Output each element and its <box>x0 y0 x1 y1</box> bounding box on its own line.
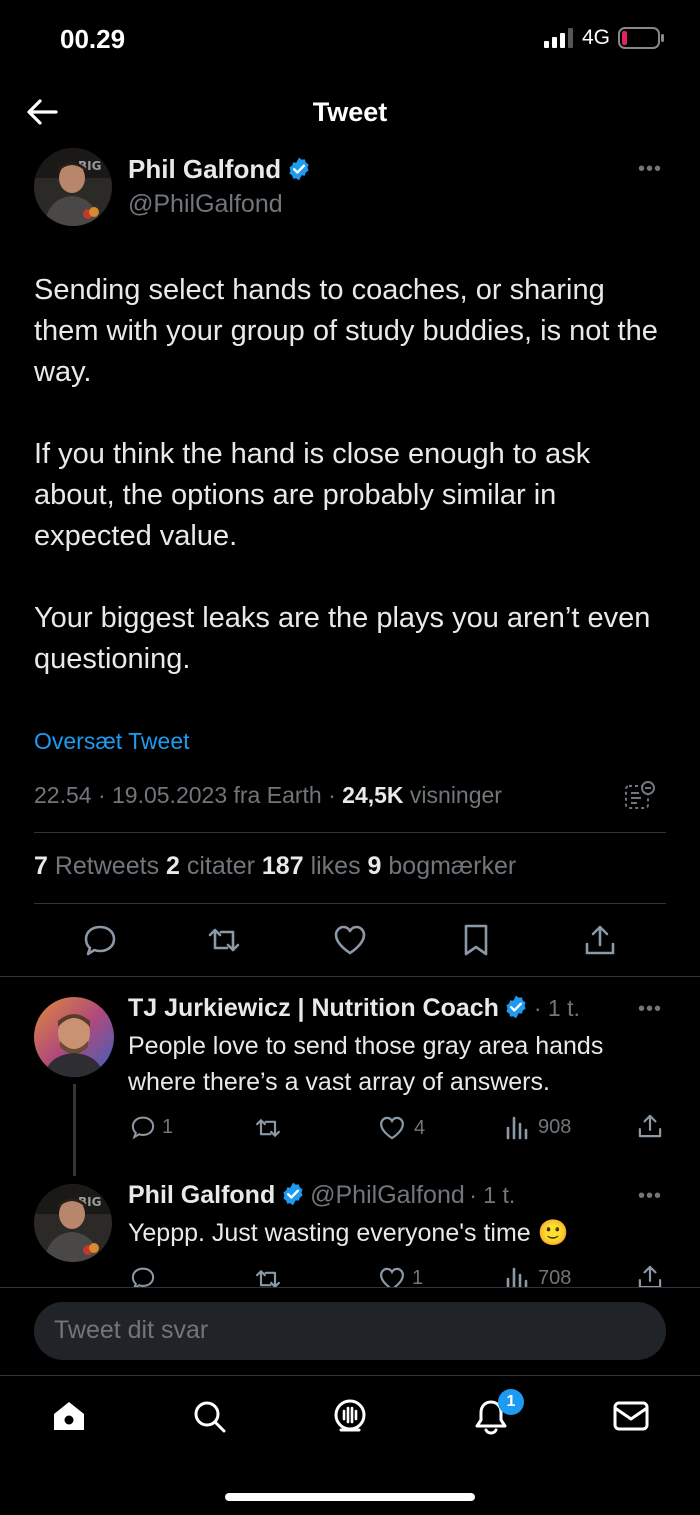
reply-compose-placeholder: Tweet dit svar <box>54 1316 209 1344</box>
verified-badge-icon <box>506 995 526 1019</box>
home-indicator[interactable] <box>225 1493 475 1501</box>
tweet-meta: 22.54 · 19.05.2023 fra Earth · 24,5K vis… <box>34 782 502 809</box>
status-indicators: 4G <box>543 26 664 50</box>
quotes-count[interactable]: 2 <box>166 852 180 880</box>
views-label: visninger <box>403 782 502 808</box>
like-icon[interactable] <box>378 1265 406 1287</box>
reply-icon[interactable] <box>130 1265 156 1287</box>
retweet-icon[interactable] <box>206 922 242 958</box>
reply-header: Phil Galfond @PhilGalfond · 1 t. <box>128 1181 515 1210</box>
author-name-row: Phil Galfond <box>128 154 312 185</box>
retweets-label[interactable]: Retweets <box>48 852 166 880</box>
signal-icon <box>543 28 573 48</box>
reply-time: · 1 t. <box>469 1182 516 1208</box>
bookmarks-label[interactable]: bogmærker <box>381 852 516 880</box>
like-button[interactable]: 4 <box>378 1114 425 1142</box>
home-icon[interactable] <box>50 1397 88 1440</box>
divider <box>0 976 700 977</box>
reply-text: Yeppp. Just wasting everyone's time 🙂 <box>128 1219 569 1247</box>
reply-author-handle[interactable]: @PhilGalfond <box>310 1181 465 1209</box>
analytics-icon[interactable] <box>624 780 656 817</box>
bookmarks-count[interactable]: 9 <box>368 852 382 880</box>
reply-avatar[interactable] <box>34 997 114 1077</box>
divider <box>34 903 666 904</box>
reply-button[interactable]: 1 <box>130 1114 173 1140</box>
views-count: 24,5K <box>342 782 404 808</box>
tweet-stats: 7 Retweets 2 citater 187 likes 9 bogmærk… <box>34 852 516 881</box>
views-chart-icon <box>506 1116 528 1140</box>
bookmark-icon[interactable] <box>458 922 494 958</box>
retweet-icon[interactable] <box>254 1114 282 1147</box>
share-icon[interactable] <box>636 1112 664 1145</box>
more-options-icon[interactable]: ••• <box>638 998 662 1021</box>
likes-count[interactable]: 187 <box>262 852 304 880</box>
page-title: Tweet <box>312 97 388 127</box>
more-options-icon[interactable]: ••• <box>638 158 662 181</box>
reply-text-line: People love to send those gray area hand… <box>128 1032 604 1060</box>
battery-icon <box>618 27 664 49</box>
translate-link[interactable]: Oversæt Tweet <box>34 728 190 755</box>
reply-author-name[interactable]: Phil Galfond <box>128 1181 275 1209</box>
like-count: 1 <box>412 1267 424 1287</box>
quotes-label[interactable]: citater <box>180 852 262 880</box>
search-icon[interactable] <box>190 1397 228 1440</box>
likes-label[interactable]: likes <box>304 852 368 880</box>
retweets-count[interactable]: 7 <box>34 852 48 880</box>
reply-icon[interactable] <box>82 922 118 958</box>
reply-time: · 1 t. <box>533 995 580 1021</box>
views-count: 708 <box>538 1267 572 1287</box>
reply-author-name[interactable]: TJ Jurkiewicz | Nutrition Coach <box>128 994 499 1022</box>
like-count: 4 <box>414 1116 426 1139</box>
tweet-paragraph: Your biggest leaks are the plays you are… <box>34 602 651 675</box>
network-type: 4G <box>581 26 610 49</box>
reply-header: TJ Jurkiewicz | Nutrition Coach · 1 t. <box>128 994 580 1023</box>
tweet-paragraph: Sending select hands to coaches, or shar… <box>34 274 658 388</box>
share-icon[interactable] <box>636 1265 664 1287</box>
verified-badge-icon <box>283 1182 303 1206</box>
like-icon <box>380 1116 404 1140</box>
status-time: 00.29 <box>60 24 126 54</box>
reply-icon <box>131 1116 155 1140</box>
divider <box>0 1287 700 1288</box>
thread-line <box>73 1084 76 1176</box>
views-chart-icon[interactable] <box>504 1265 530 1287</box>
more-options-icon[interactable]: ••• <box>638 1185 662 1208</box>
share-icon[interactable] <box>582 922 618 958</box>
spaces-icon[interactable] <box>331 1397 369 1440</box>
reply-count: 1 <box>162 1115 174 1138</box>
divider <box>34 832 666 833</box>
author-avatar[interactable]: BIG <box>34 148 112 226</box>
views-button[interactable]: 908 <box>504 1114 571 1140</box>
tweet-paragraph: If you think the hand is close enough to… <box>34 438 591 552</box>
tweet-body: Sending select hands to coaches, or shar… <box>34 270 674 721</box>
like-icon[interactable] <box>332 922 368 958</box>
messages-icon[interactable] <box>612 1397 650 1440</box>
reply-actions-clipped: 1 708 <box>130 1265 670 1287</box>
views-count: 908 <box>538 1115 572 1138</box>
reply-text-line: where there’s a vast array of answers. <box>128 1068 550 1096</box>
author-name[interactable]: Phil Galfond <box>128 154 281 184</box>
retweet-icon[interactable] <box>254 1265 282 1287</box>
author-handle[interactable]: @PhilGalfond <box>128 190 283 219</box>
verified-badge-icon <box>289 157 309 181</box>
reply-avatar[interactable]: BIG <box>34 1184 112 1262</box>
notification-badge: 1 <box>498 1389 524 1415</box>
tweet-timestamp: 22.54 · 19.05.2023 fra Earth · <box>34 782 343 808</box>
